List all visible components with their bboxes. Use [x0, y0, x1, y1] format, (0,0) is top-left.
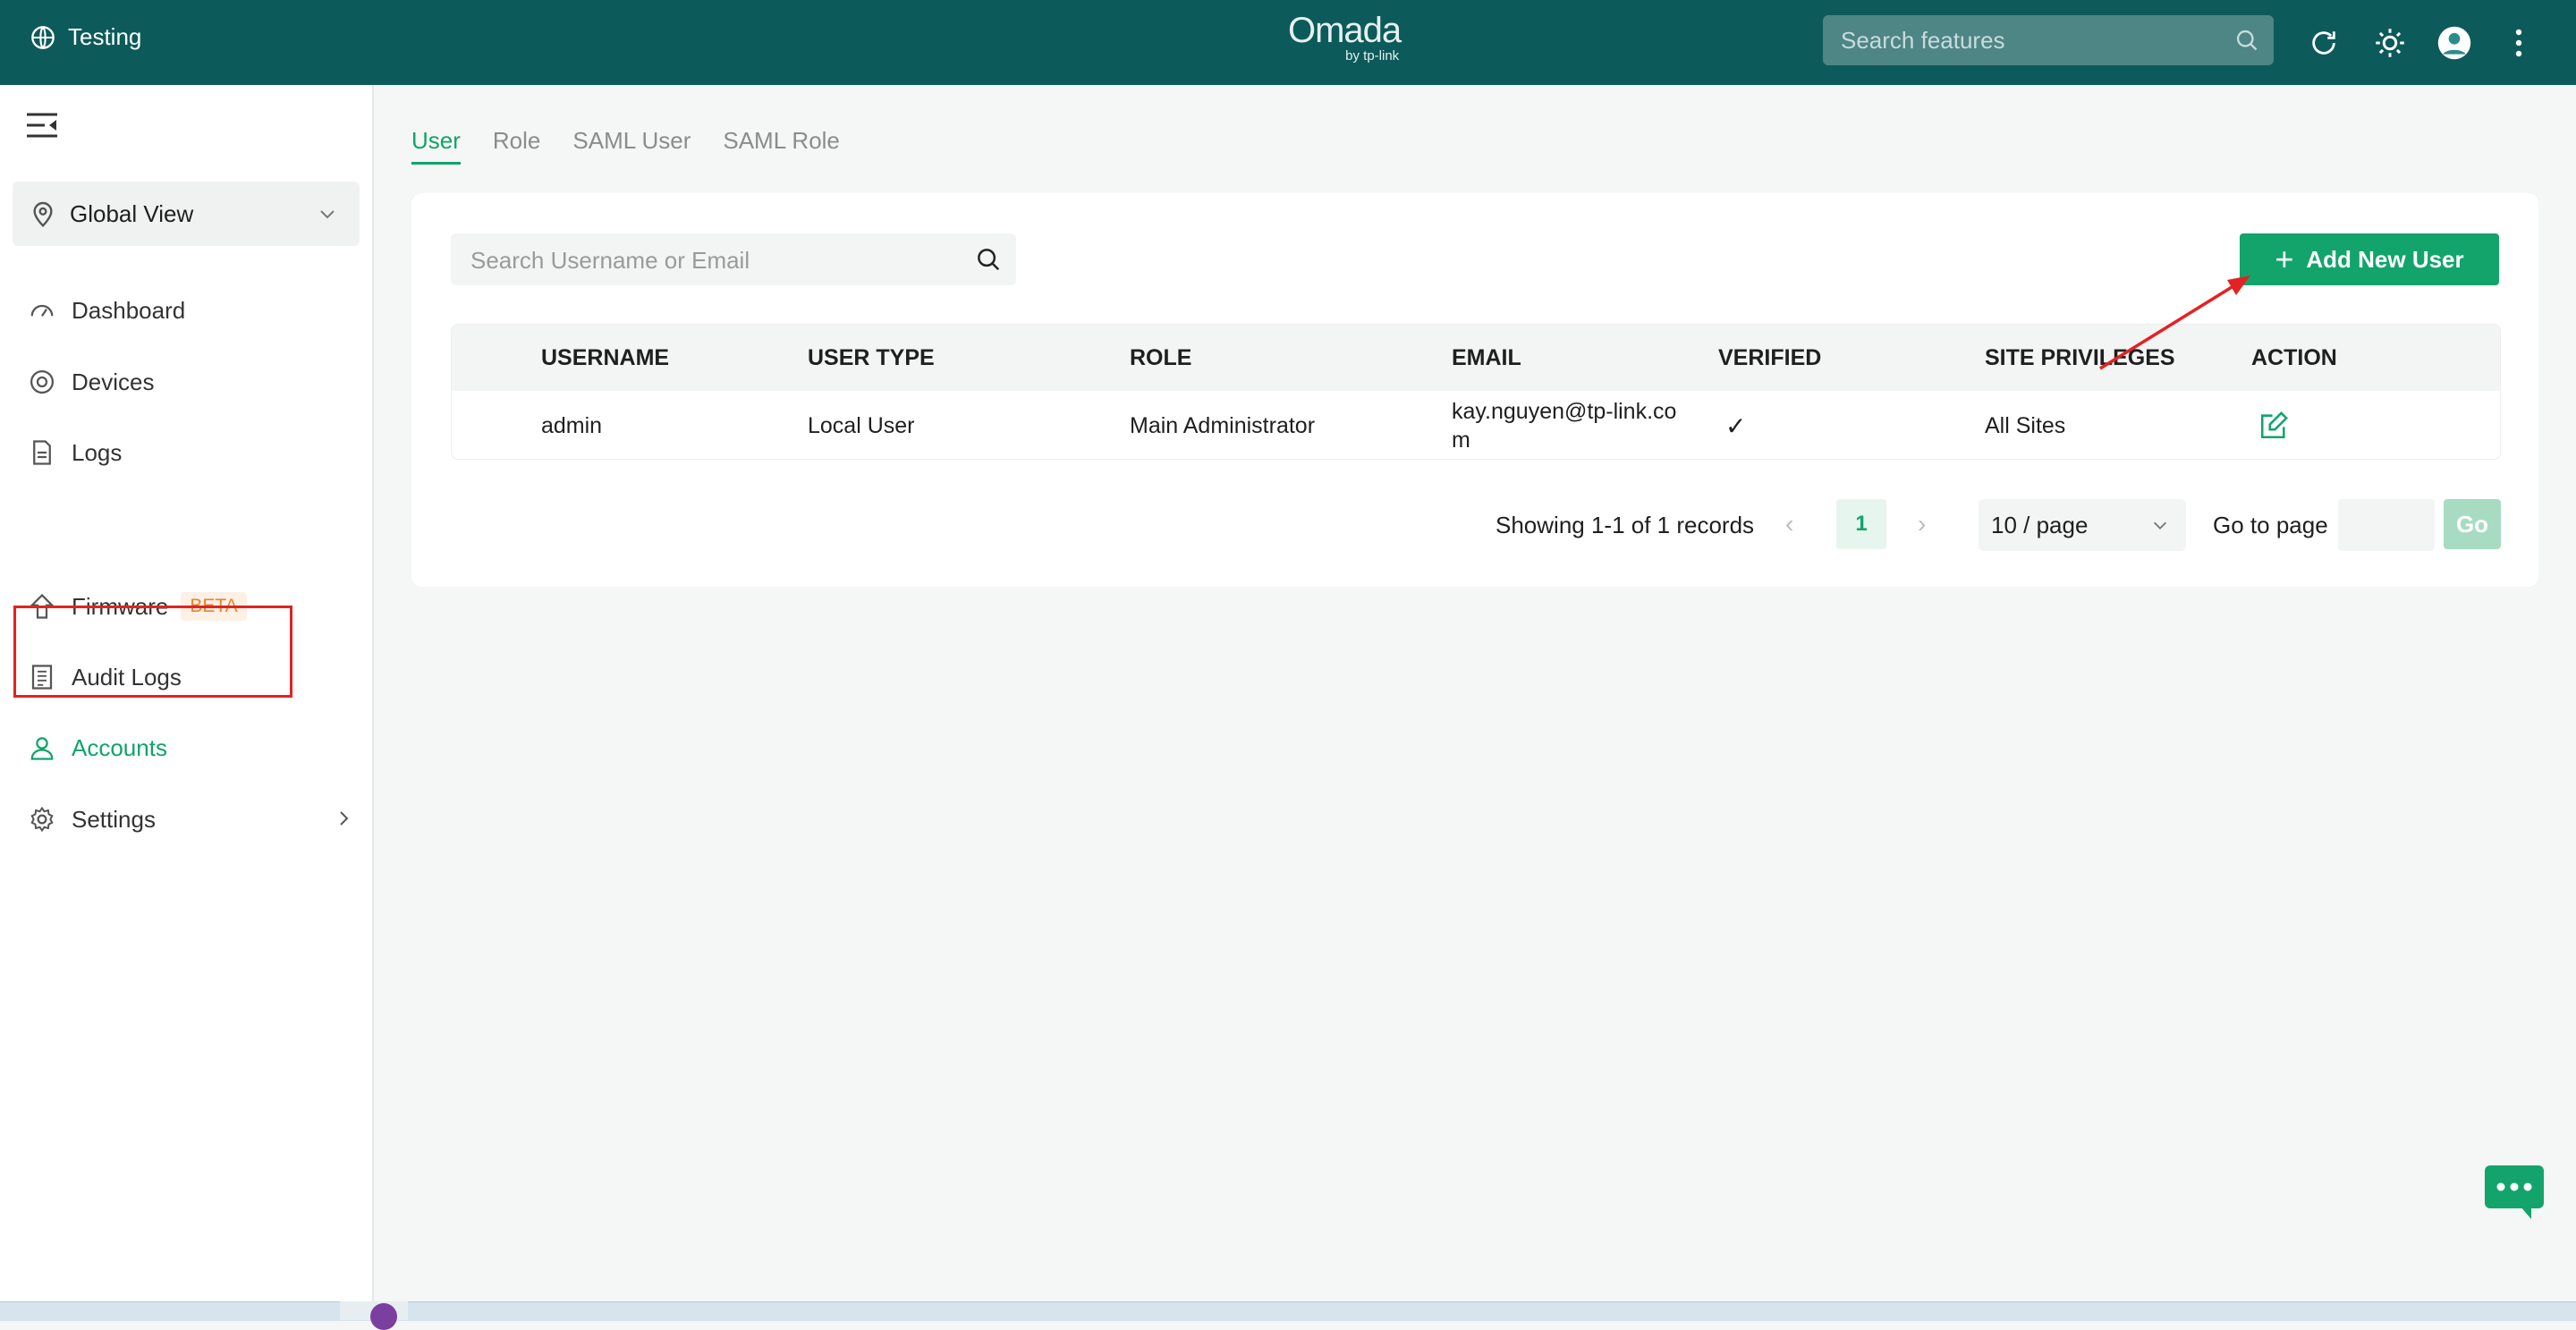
feature-search — [1823, 15, 2274, 65]
tab-saml-role[interactable]: SAML Role — [723, 127, 840, 165]
search-icon[interactable] — [2234, 28, 2259, 53]
email-text: kay.nguyen@tp-link.com — [1452, 399, 1677, 453]
page-number[interactable]: 1 — [1836, 499, 1886, 549]
location-pin-icon — [33, 201, 53, 228]
feature-search-input[interactable] — [1823, 15, 2234, 65]
site-name: Testing — [68, 23, 142, 50]
highlight-box-accounts — [13, 606, 292, 698]
sidebar-item-label: Dashboard — [72, 296, 186, 324]
cell-username: admin — [541, 412, 603, 438]
refresh-icon[interactable] — [2302, 21, 2345, 64]
column-header: ACTION — [2251, 345, 2337, 370]
sidebar-item-label: Accounts — [72, 733, 167, 761]
sidebar-item-devices[interactable]: Devices — [27, 364, 154, 400]
gear-icon — [27, 804, 57, 834]
go-button[interactable]: Go — [2444, 499, 2501, 549]
sidebar-item-dashboard[interactable]: Dashboard — [27, 292, 185, 328]
column-header[interactable]: USERNAME — [541, 325, 669, 391]
add-new-user-button[interactable]: + Add New User — [2240, 233, 2499, 285]
avatar[interactable] — [2433, 21, 2476, 64]
more-menu-icon[interactable] — [2497, 21, 2540, 64]
page-size-select[interactable]: 10 / page — [1979, 499, 2186, 551]
records-info: Showing 1-1 of 1 records — [1496, 512, 1755, 538]
sidebar-item-label: Settings — [72, 805, 156, 833]
cell-site-privileges: All Sites — [1985, 412, 2066, 438]
chevron-down-icon — [320, 210, 335, 219]
user-icon — [27, 733, 57, 763]
tab-saml-user[interactable]: SAML User — [572, 127, 691, 165]
sidebar-item-label: Logs — [72, 438, 123, 466]
goto-label: Go to page — [2213, 512, 2328, 538]
document-icon — [27, 437, 57, 468]
taskbar-app-icon[interactable] — [340, 1301, 408, 1330]
column-header[interactable]: USER TYPE — [808, 325, 935, 391]
user-search-input[interactable] — [451, 233, 973, 287]
theme-sun-icon[interactable] — [2368, 21, 2411, 64]
global-view-label: Global View — [70, 199, 194, 227]
pagination: Showing 1-1 of 1 records ‹ 1 › 10 / page… — [411, 499, 2538, 551]
next-page-icon[interactable]: › — [1918, 510, 1926, 538]
page-size-value: 10 / page — [1991, 512, 2089, 538]
edit-icon[interactable] — [2258, 391, 2289, 459]
top-bar: Testing Omada by tp-link — [0, 0, 2576, 85]
column-header[interactable]: EMAIL — [1452, 325, 1521, 391]
add-new-user-label: Add New User — [2306, 245, 2464, 273]
goto-page-input[interactable] — [2338, 499, 2435, 551]
users-table: USERNAME USER TYPE ROLE EMAIL VERIFIED S… — [451, 324, 2501, 460]
users-card: + Add New User USERNAME USER TYPE ROLE E… — [411, 193, 2538, 587]
sidebar-item-settings[interactable]: Settings — [27, 801, 156, 837]
omada-logo: Omada by tp-link — [1288, 11, 1402, 64]
cell-role: Main Administrator — [1130, 412, 1316, 438]
brand-name: Omada — [1288, 11, 1402, 50]
sidebar-item-label: Devices — [72, 368, 155, 395]
global-view-selector[interactable]: Global View — [13, 182, 360, 246]
devices-icon — [27, 367, 57, 397]
chat-support-icon[interactable] — [2485, 1165, 2544, 1225]
chevron-right-icon — [340, 811, 349, 826]
tab-role[interactable]: Role — [493, 127, 540, 165]
cell-user-type: Local User — [808, 412, 915, 438]
sidebar-item-logs[interactable]: Logs — [27, 435, 122, 470]
globe-icon — [31, 25, 55, 49]
collapse-menu-icon[interactable] — [27, 112, 57, 143]
table-header: USERNAME USER TYPE ROLE EMAIL VERIFIED S… — [452, 325, 2500, 391]
cell-email: kay.nguyen@tp-link.com — [1452, 391, 1693, 459]
chevron-down-icon — [2153, 521, 2167, 529]
search-icon[interactable] — [975, 246, 1002, 273]
site-selector[interactable]: Testing — [30, 23, 141, 51]
user-search — [451, 233, 1016, 287]
brand-sub: by tp-link — [1345, 48, 1400, 64]
sidebar-item-accounts[interactable]: Accounts — [27, 730, 167, 766]
verified-check-icon: ✓ — [1725, 411, 1747, 440]
dashboard-icon — [27, 295, 57, 326]
prev-page-icon[interactable]: ‹ — [1785, 510, 1793, 538]
column-header[interactable]: ROLE — [1130, 325, 1191, 391]
account-tabs: User Role SAML User SAML Role — [411, 127, 872, 165]
tab-user[interactable]: User — [411, 127, 461, 165]
column-header[interactable]: VERIFIED — [1718, 325, 1821, 391]
column-header[interactable]: SITE PRIVILEGES — [1985, 325, 2175, 391]
plus-icon: + — [2275, 241, 2294, 277]
